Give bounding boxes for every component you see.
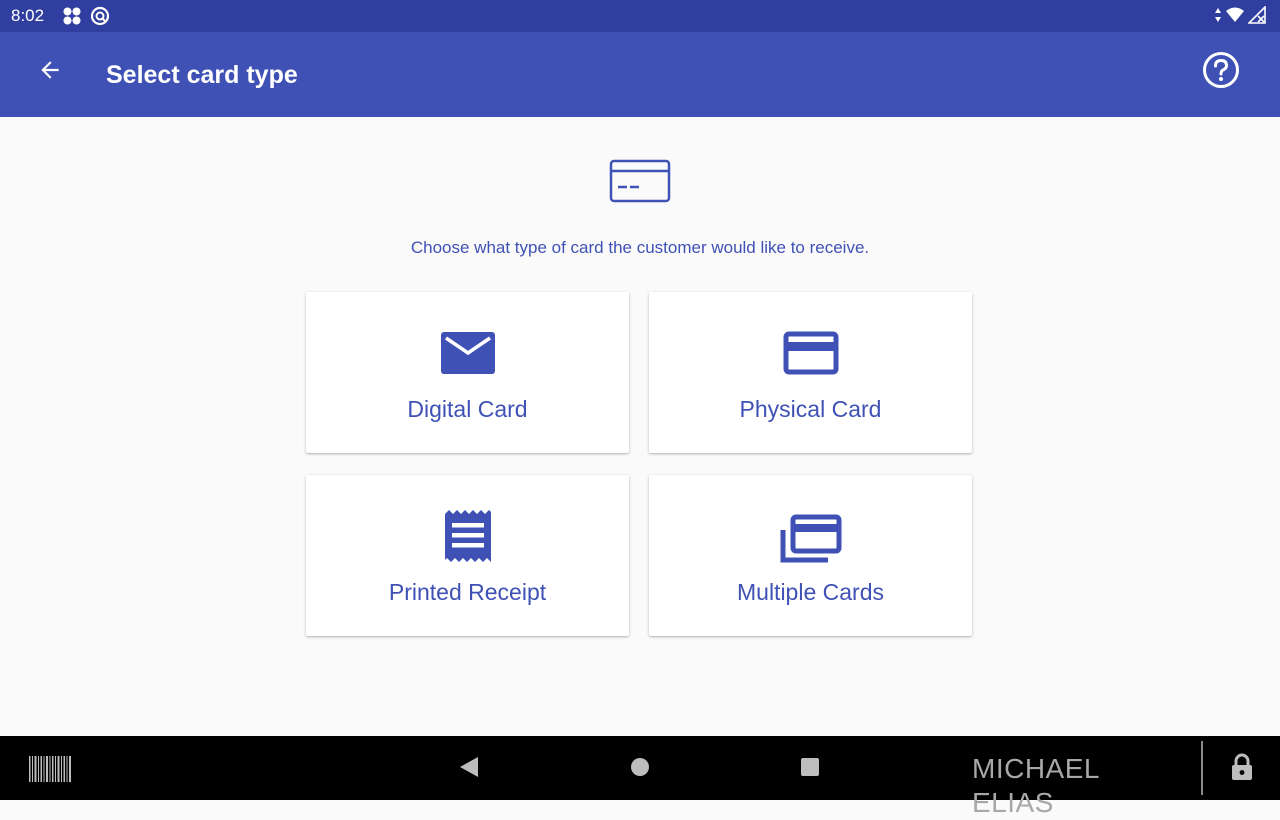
email-icon bbox=[306, 330, 629, 376]
status-time: 8:02 bbox=[11, 6, 45, 25]
option-label: Physical Card bbox=[739, 396, 882, 422]
main-content: Choose what type of card the customer wo… bbox=[0, 117, 1280, 736]
page-title: Select card type bbox=[106, 61, 298, 89]
back-button[interactable] bbox=[28, 52, 72, 92]
help-button[interactable] bbox=[1199, 50, 1243, 94]
option-label: Multiple Cards bbox=[737, 579, 884, 605]
recents-square-icon bbox=[799, 756, 821, 783]
home-circle-icon bbox=[629, 756, 651, 783]
digital-card-option[interactable]: Digital Card bbox=[306, 292, 629, 453]
instruction-text: Choose what type of card the customer wo… bbox=[410, 238, 870, 257]
credit-card-outline-icon bbox=[609, 159, 671, 208]
back-triangle-icon bbox=[458, 755, 480, 784]
multiple-cards-icon bbox=[649, 514, 972, 564]
wifi-icon bbox=[1225, 7, 1245, 28]
nav-back-button[interactable] bbox=[452, 752, 486, 786]
barcode-icon[interactable] bbox=[29, 756, 71, 787]
credit-card-icon bbox=[649, 331, 972, 375]
status-bar: 8:02 bbox=[0, 0, 1280, 32]
arrow-left-icon bbox=[37, 57, 63, 88]
nav-divider bbox=[1201, 741, 1203, 795]
physical-card-option[interactable]: Physical Card bbox=[649, 292, 972, 453]
printed-receipt-option[interactable]: Printed Receipt bbox=[306, 475, 629, 636]
status-right-icons bbox=[1214, 5, 1266, 29]
multiple-cards-option[interactable]: Multiple Cards bbox=[649, 475, 972, 636]
app-bar: Select card type bbox=[0, 32, 1280, 117]
nav-home-button[interactable] bbox=[623, 752, 657, 786]
option-label: Printed Receipt bbox=[388, 579, 547, 605]
status-left-icons bbox=[62, 6, 110, 31]
help-circle-icon bbox=[1201, 50, 1241, 95]
nav-recents-button[interactable] bbox=[793, 752, 827, 786]
receipt-icon bbox=[306, 510, 629, 564]
sync-icon bbox=[90, 6, 110, 31]
lock-button[interactable] bbox=[1226, 752, 1258, 786]
lock-icon bbox=[1231, 753, 1253, 786]
user-name: MICHAEL ELIAS bbox=[972, 753, 1099, 818]
app-grid-icon bbox=[62, 6, 82, 31]
option-label: Digital Card bbox=[407, 396, 528, 422]
signal-off-icon bbox=[1247, 5, 1266, 29]
data-arrows-icon bbox=[1214, 7, 1222, 28]
